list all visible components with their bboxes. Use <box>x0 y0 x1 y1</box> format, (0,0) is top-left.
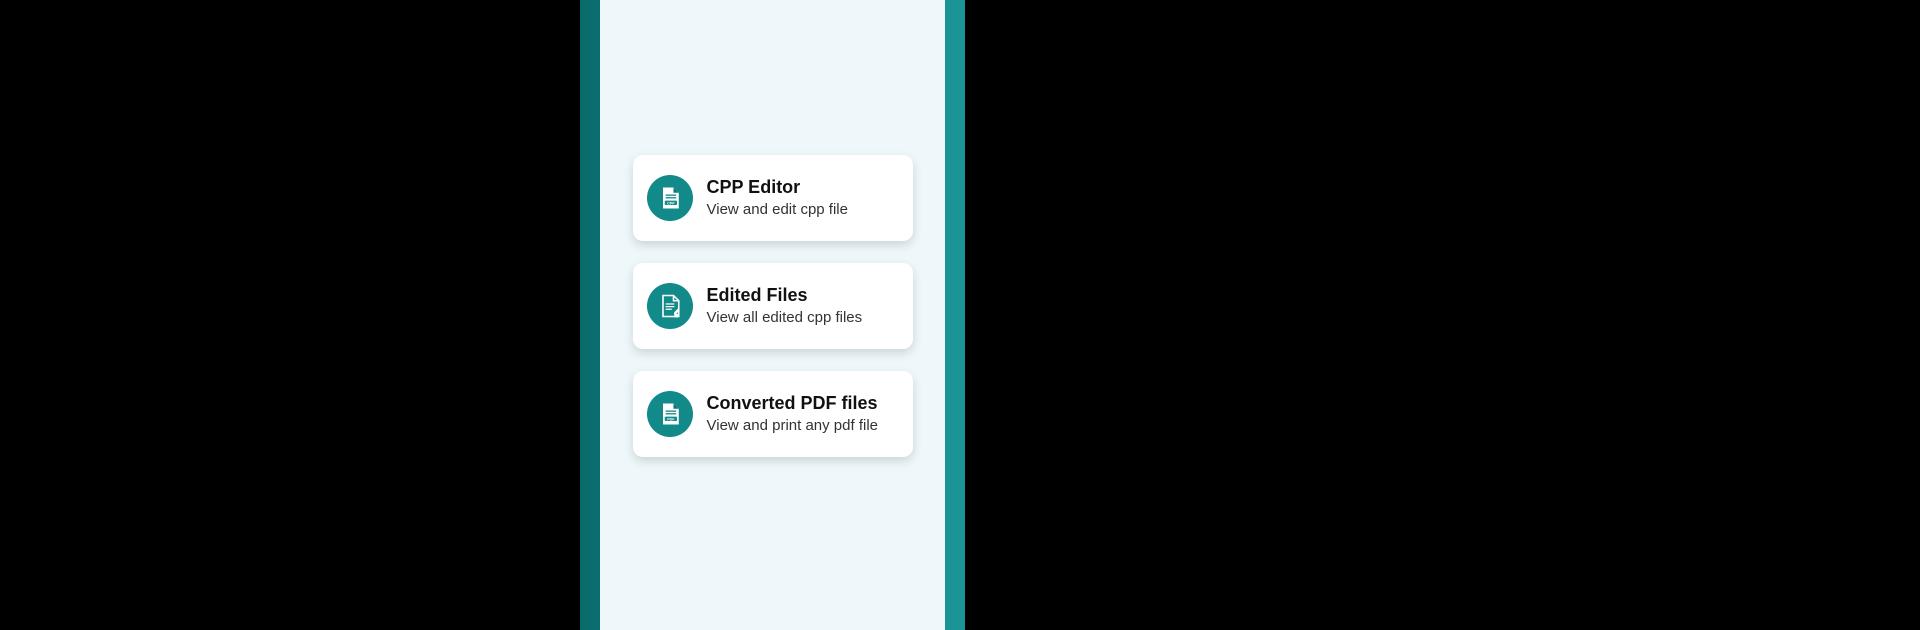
svg-text:CPP: CPP <box>667 201 675 205</box>
pdf-file-icon: PDF <box>647 391 693 437</box>
svg-text:PDF: PDF <box>667 417 675 421</box>
card-text: Edited Files View all edited cpp files <box>707 285 863 327</box>
card-subtitle: View all edited cpp files <box>707 309 863 327</box>
menu-item-edited-files[interactable]: Edited Files View all edited cpp files <box>633 263 913 349</box>
app-screen: CPP CPP Editor View and edit cpp file <box>600 0 945 630</box>
card-subtitle: View and print any pdf file <box>707 417 879 435</box>
menu-item-converted-pdf[interactable]: PDF Converted PDF files View and print a… <box>633 371 913 457</box>
menu-item-cpp-editor[interactable]: CPP CPP Editor View and edit cpp file <box>633 155 913 241</box>
card-title: Edited Files <box>707 285 863 307</box>
cpp-file-icon: CPP <box>647 175 693 221</box>
card-title: Converted PDF files <box>707 393 879 415</box>
card-subtitle: View and edit cpp file <box>707 201 848 219</box>
card-text: Converted PDF files View and print any p… <box>707 393 879 435</box>
card-title: CPP Editor <box>707 177 848 199</box>
phone-frame: CPP CPP Editor View and edit cpp file <box>580 0 965 630</box>
edited-file-icon <box>647 283 693 329</box>
card-text: CPP Editor View and edit cpp file <box>707 177 848 219</box>
